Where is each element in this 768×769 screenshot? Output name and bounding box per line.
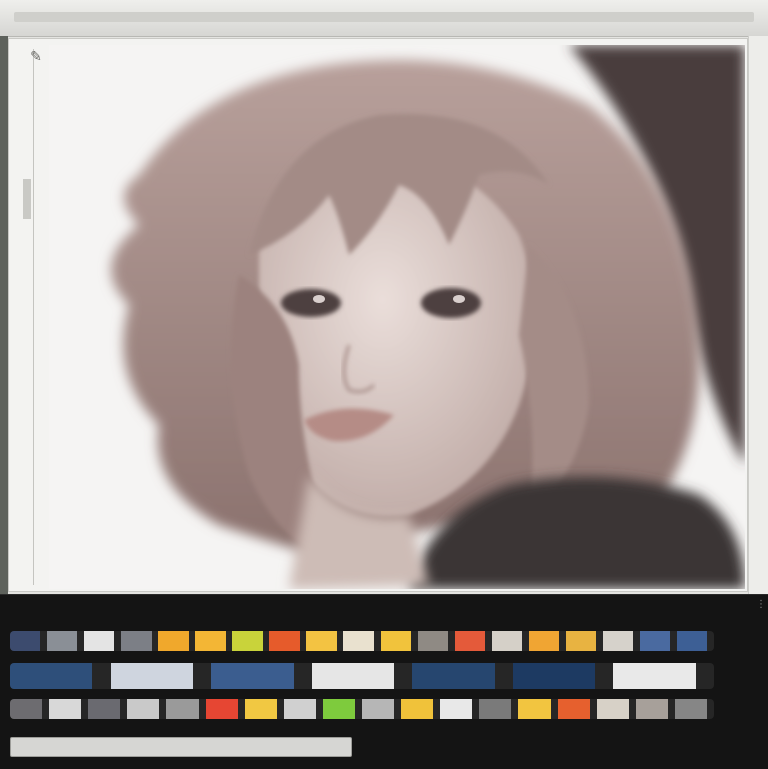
color-swatch[interactable] — [306, 631, 337, 651]
color-swatch[interactable] — [674, 699, 707, 719]
color-swatch[interactable] — [518, 699, 551, 719]
color-swatch[interactable] — [127, 699, 160, 719]
color-swatch[interactable] — [479, 699, 512, 719]
swatch-row[interactable] — [10, 699, 714, 719]
color-swatch[interactable] — [158, 631, 189, 651]
color-swatch[interactable] — [244, 699, 277, 719]
color-swatch[interactable] — [412, 663, 495, 689]
color-swatch[interactable] — [88, 699, 121, 719]
color-swatch[interactable] — [10, 631, 41, 651]
title-strip — [14, 12, 754, 22]
color-swatch[interactable] — [596, 699, 629, 719]
right-scroll-edge[interactable] — [748, 36, 768, 596]
vertical-ruler[interactable] — [23, 49, 34, 585]
title-bar — [0, 0, 768, 37]
color-swatch[interactable] — [283, 699, 316, 719]
color-swatch[interactable] — [613, 663, 696, 689]
right-eye — [421, 288, 481, 318]
color-swatch[interactable] — [401, 699, 434, 719]
swatch-panel: ⋮ — [0, 594, 768, 769]
color-swatch[interactable] — [110, 663, 194, 689]
color-swatch[interactable] — [195, 631, 226, 651]
color-swatch[interactable] — [121, 631, 152, 651]
color-swatch[interactable] — [232, 631, 263, 651]
color-swatch[interactable] — [676, 631, 708, 651]
color-swatch[interactable] — [557, 699, 590, 719]
color-swatch[interactable] — [491, 631, 523, 651]
color-swatch[interactable] — [84, 631, 115, 651]
color-swatch[interactable] — [512, 663, 596, 689]
color-swatch[interactable] — [49, 699, 82, 719]
pen-tablet-icon: ✎ — [30, 48, 42, 64]
left-eye-highlight — [313, 295, 325, 303]
color-swatch[interactable] — [639, 631, 671, 651]
color-swatch[interactable] — [311, 663, 395, 689]
timeline-slider[interactable] — [10, 737, 352, 757]
color-swatch[interactable] — [565, 631, 597, 651]
color-swatch[interactable] — [322, 699, 355, 719]
color-swatch[interactable] — [166, 699, 199, 719]
canvas-panel[interactable]: ✎ — [8, 38, 748, 592]
app-window: ✎ ⋮ — [0, 0, 768, 769]
color-swatch[interactable] — [211, 663, 294, 689]
right-eye-highlight — [453, 295, 465, 303]
color-swatch[interactable] — [528, 631, 560, 651]
color-swatch[interactable] — [10, 663, 93, 689]
color-swatch[interactable] — [269, 631, 300, 651]
color-swatch[interactable] — [362, 699, 395, 719]
left-dock-edge — [0, 36, 8, 596]
panel-menu-icon[interactable]: ⋮ — [756, 599, 766, 610]
color-swatch[interactable] — [343, 631, 374, 651]
canvas-artwork[interactable] — [49, 45, 745, 589]
ruler-slider-handle[interactable] — [23, 179, 31, 219]
color-swatch[interactable] — [47, 631, 78, 651]
swatch-row[interactable] — [10, 631, 714, 651]
left-eye — [281, 289, 341, 317]
color-swatch[interactable] — [417, 631, 448, 651]
color-swatch[interactable] — [380, 631, 411, 651]
swatch-row[interactable] — [10, 663, 714, 689]
color-swatch[interactable] — [602, 631, 634, 651]
color-swatch[interactable] — [635, 699, 668, 719]
color-swatch[interactable] — [440, 699, 473, 719]
color-swatch[interactable] — [454, 631, 485, 651]
color-swatch[interactable] — [10, 699, 43, 719]
color-swatch[interactable] — [205, 699, 238, 719]
